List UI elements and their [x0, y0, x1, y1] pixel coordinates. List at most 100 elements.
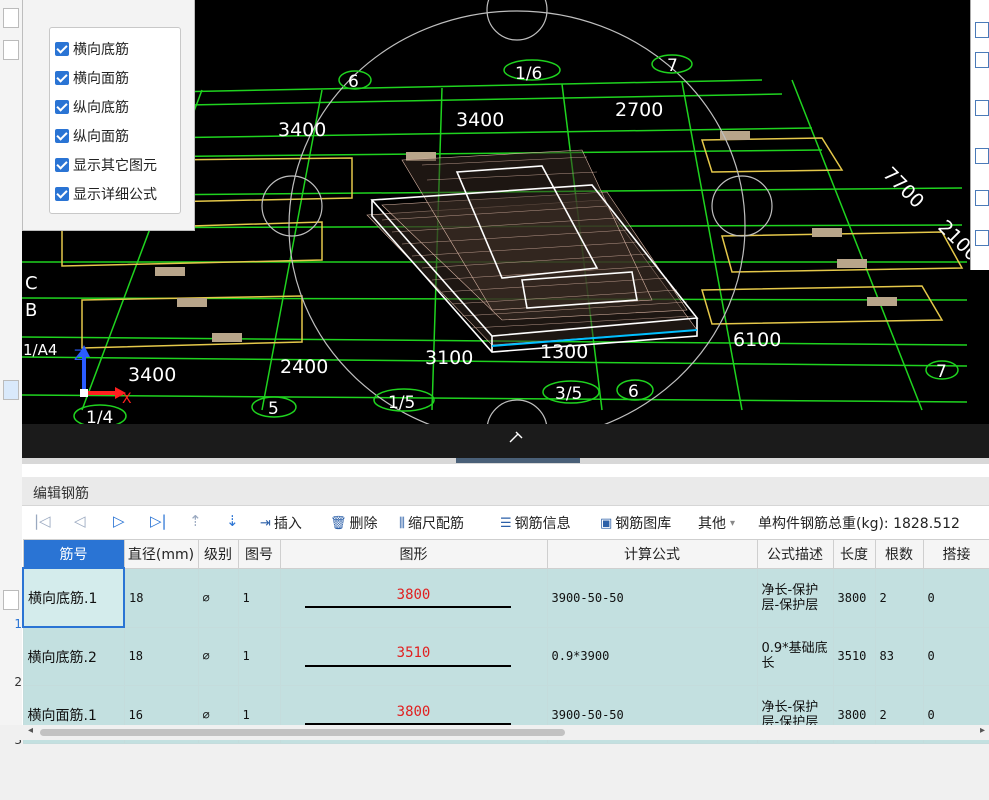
- other-dropdown[interactable]: 其他 ▾: [698, 513, 735, 533]
- insert-icon: ⇥: [260, 515, 271, 531]
- scrollbar-thumb[interactable]: [40, 729, 565, 736]
- shape-value: 3800: [396, 703, 431, 720]
- panel-title-bar: 编辑钢筋: [22, 477, 989, 506]
- rebar-info-button[interactable]: ☰ 钢筋信息: [500, 513, 571, 533]
- axis-x-label: X: [122, 391, 132, 407]
- dim-label: 6100: [733, 329, 781, 351]
- cell-fig[interactable]: 1: [237, 567, 281, 628]
- delete-button[interactable]: 🗑 删除: [330, 513, 378, 533]
- cell-count[interactable]: 83: [874, 626, 924, 686]
- cell-formula[interactable]: 3900-50-50: [546, 567, 758, 628]
- axis-number: 7: [936, 362, 947, 382]
- axis-number: 1/6: [515, 64, 542, 84]
- checkbox-checked-icon[interactable]: [55, 42, 69, 56]
- cell-lap[interactable]: 0: [922, 567, 989, 628]
- checkbox-vertical-top[interactable]: 纵向面筋: [55, 126, 129, 146]
- insert-button[interactable]: ⇥ 插入: [260, 513, 302, 533]
- search-icon[interactable]: [3, 40, 19, 60]
- panel-title: 编辑钢筋: [33, 486, 89, 502]
- checkbox-checked-icon[interactable]: [55, 100, 69, 114]
- checkbox-list: 横向底筋 横向面筋 纵向底筋 纵向面筋 显示其它图元 显示详细公式: [49, 27, 181, 214]
- move-up-icon[interactable]: ⇡: [189, 512, 202, 530]
- cell-name[interactable]: 横向底筋.2: [22, 626, 125, 686]
- info-icon: ☰: [500, 515, 512, 531]
- cell-length[interactable]: 3800: [832, 567, 876, 628]
- checkbox-checked-icon[interactable]: [55, 129, 69, 143]
- view-box-icon[interactable]: [975, 52, 989, 68]
- cell-shape[interactable]: 3800: [279, 567, 548, 628]
- display-options-panel: 横向底筋 横向面筋 纵向底筋 纵向面筋 显示其它图元 显示详细公式: [22, 0, 195, 231]
- cell-grade[interactable]: ⌀: [197, 626, 239, 686]
- checkbox-label: 横向面筋: [73, 71, 129, 87]
- view-box-icon[interactable]: [975, 100, 989, 116]
- prev-record-icon[interactable]: ◁: [74, 512, 86, 530]
- rebar-line: [304, 605, 511, 608]
- col-header[interactable]: 公式描述: [756, 539, 834, 569]
- trash-icon: 🗑: [330, 515, 347, 531]
- checkbox-horizontal-bottom[interactable]: 横向底筋: [55, 39, 129, 59]
- col-header[interactable]: 图号: [237, 539, 281, 569]
- last-record-icon[interactable]: ▷|: [150, 512, 167, 530]
- view-frame-icon[interactable]: [975, 148, 989, 164]
- list-icon[interactable]: [975, 230, 989, 246]
- next-record-icon[interactable]: ▷: [113, 512, 125, 530]
- total-weight-label: 单构件钢筋总重(kg): 1828.512: [758, 516, 960, 532]
- cell-desc[interactable]: 0.9*基础底长: [756, 626, 834, 686]
- col-header[interactable]: 搭接: [922, 539, 989, 569]
- cell-formula[interactable]: 0.9*3900: [546, 626, 758, 686]
- axis-number: 6: [628, 382, 639, 402]
- cell-fig[interactable]: 1: [237, 626, 281, 686]
- col-header[interactable]: 根数: [874, 539, 924, 569]
- axis-letter: C: [25, 273, 38, 294]
- cell-length[interactable]: 3510: [832, 626, 876, 686]
- first-record-icon[interactable]: |◁: [34, 512, 51, 530]
- cell-name[interactable]: 横向底筋.1: [22, 567, 125, 628]
- axis-number: 3/5: [555, 384, 582, 404]
- horizontal-scrollbar[interactable]: ◂ ▸: [0, 725, 989, 740]
- cell-diameter[interactable]: 18: [123, 626, 199, 686]
- rotate-icon[interactable]: [975, 190, 989, 206]
- checkbox-show-detailed-formula[interactable]: 显示详细公式: [55, 184, 157, 204]
- checkbox-checked-icon[interactable]: [55, 71, 69, 85]
- insert-label: 插入: [273, 516, 302, 532]
- scroll-left-icon[interactable]: ◂: [28, 725, 33, 736]
- collapse-icon[interactable]: [3, 8, 19, 28]
- checkbox-checked-icon[interactable]: [55, 158, 69, 172]
- axis-number: 1/5: [388, 393, 415, 413]
- table-row[interactable]: 横向底筋.1 18 ⌀ 1 3800 3900-50-50 净长-保护层-保护层…: [22, 567, 989, 628]
- cell-grade[interactable]: ⌀: [197, 567, 239, 628]
- side-tab[interactable]: [3, 380, 19, 400]
- right-toolbar: [970, 0, 989, 270]
- cell-diameter[interactable]: 18: [123, 567, 199, 628]
- view-2d-icon[interactable]: [975, 22, 989, 38]
- dim-label: 1300: [540, 341, 588, 363]
- rebar-library-label: 钢筋图库: [615, 516, 672, 532]
- checkbox-horizontal-top[interactable]: 横向面筋: [55, 68, 129, 88]
- cell-shape[interactable]: 3510: [279, 626, 548, 686]
- axis-letter: B: [25, 300, 37, 321]
- axis-number: 6: [348, 72, 359, 92]
- library-icon: ▣: [600, 515, 613, 531]
- checkbox-vertical-bottom[interactable]: 纵向底筋: [55, 97, 129, 117]
- chevron-down-icon: ▾: [730, 517, 736, 529]
- col-header[interactable]: 长度: [832, 539, 876, 569]
- col-header[interactable]: 筋号: [22, 539, 125, 569]
- col-header[interactable]: 级别: [197, 539, 239, 569]
- col-header[interactable]: 图形: [279, 539, 548, 569]
- cell-lap[interactable]: 0: [922, 626, 989, 686]
- checkbox-checked-icon[interactable]: [55, 187, 69, 201]
- cell-count[interactable]: 2: [874, 567, 924, 628]
- table-row[interactable]: 横向底筋.2 18 ⌀ 1 3510 0.9*3900 0.9*基础底长 351…: [22, 626, 989, 686]
- rebar-library-button[interactable]: ▣ 钢筋图库: [600, 513, 671, 533]
- scroll-right-icon[interactable]: ▸: [980, 725, 985, 736]
- splitter-handle[interactable]: [456, 458, 580, 463]
- cell-desc[interactable]: 净长-保护层-保护层: [756, 567, 834, 628]
- col-header[interactable]: 计算公式: [546, 539, 758, 569]
- axis-number: 5: [268, 399, 279, 419]
- scale-icon: ⫼: [399, 515, 405, 531]
- move-down-icon[interactable]: ⇣: [226, 512, 239, 530]
- checkbox-show-other-elements[interactable]: 显示其它图元: [55, 155, 157, 175]
- scale-bar-button[interactable]: ⫼ 缩尺配筋: [399, 513, 464, 533]
- col-header[interactable]: 直径(mm): [123, 539, 199, 569]
- table-header-row: 筋号 直径(mm) 级别 图号 图形 计算公式 公式描述 长度 根数 搭接: [22, 539, 989, 569]
